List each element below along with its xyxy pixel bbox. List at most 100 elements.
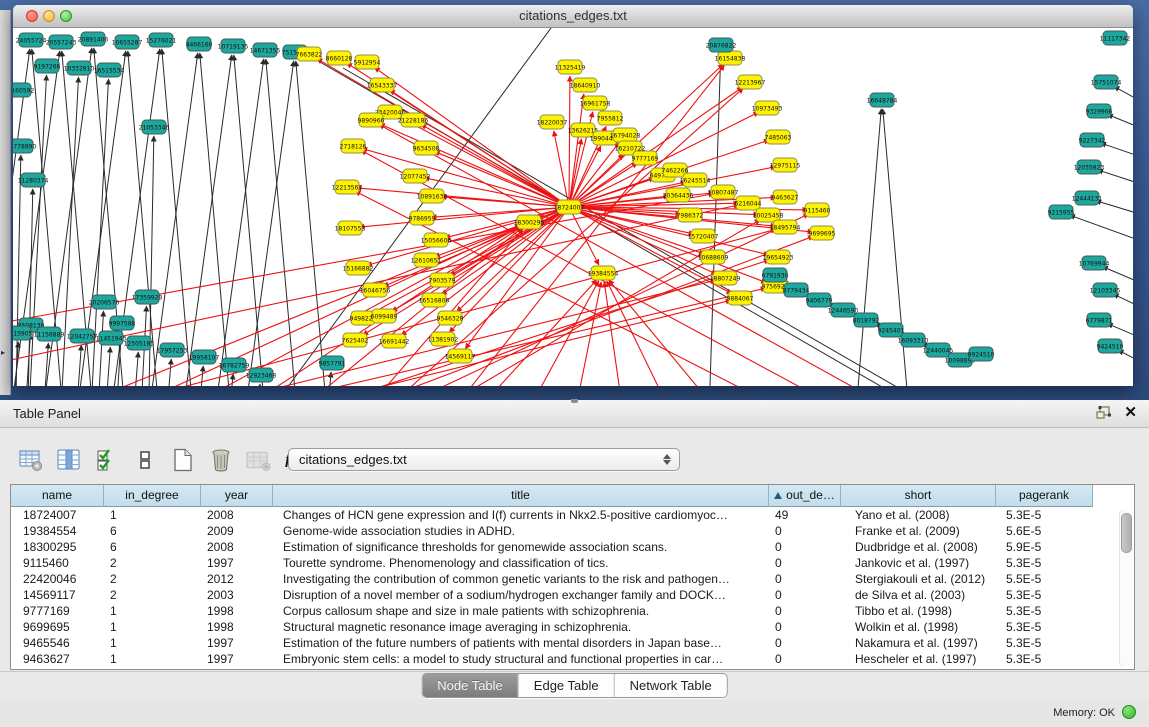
- cell-title[interactable]: Structural magnetic resonance image aver…: [273, 619, 769, 635]
- graph-node[interactable]: 20160592: [13, 83, 34, 97]
- cell-year[interactable]: 2008: [201, 507, 273, 523]
- cell-out_de[interactable]: 0: [769, 651, 841, 667]
- graph-node[interactable]: 16648784: [867, 93, 898, 107]
- graph-node[interactable]: 2718126: [340, 139, 367, 153]
- graph-node[interactable]: 10719135: [218, 39, 249, 53]
- float-panel-icon[interactable]: [1096, 406, 1112, 420]
- table-row[interactable]: 1830029562008Estimation of significance …: [11, 539, 1093, 555]
- close-panel-icon[interactable]: ✕: [1124, 404, 1137, 422]
- graph-node[interactable]: 16516806: [419, 293, 450, 307]
- graph-node[interactable]: 19958107: [189, 350, 220, 364]
- cell-title[interactable]: Tourette syndrome. Phenomenology and cla…: [273, 555, 769, 571]
- cell-title[interactable]: Corpus callosum shape and size in male p…: [273, 603, 769, 619]
- cell-out_de[interactable]: 0: [769, 587, 841, 603]
- graph-node[interactable]: 18807249: [710, 271, 741, 285]
- graph-node[interactable]: 15751074: [1091, 75, 1122, 89]
- cell-name[interactable]: 9463627: [11, 651, 104, 667]
- cell-short[interactable]: Franke et al. (2009): [841, 523, 996, 539]
- cell-title[interactable]: Investigating the contribution of common…: [273, 571, 769, 587]
- cell-title[interactable]: Embryonic stem cells: a model to study s…: [273, 651, 769, 667]
- graph-node[interactable]: 9890966: [358, 113, 385, 127]
- graph-node[interactable]: 9463627: [772, 190, 799, 204]
- cell-pagerank[interactable]: 5.3E-5: [996, 619, 1093, 635]
- cell-year[interactable]: 1998: [201, 619, 273, 635]
- cell-short[interactable]: Stergiakouli et al. (2012): [841, 571, 996, 587]
- cell-year[interactable]: 1998: [201, 603, 273, 619]
- cell-out_de[interactable]: 0: [769, 619, 841, 635]
- column-header-in_degree[interactable]: in_degree: [104, 485, 201, 507]
- cell-name[interactable]: 14569117: [11, 587, 104, 603]
- graph-node[interactable]: 16794028: [610, 128, 641, 142]
- graph-node[interactable]: 18640910: [570, 78, 601, 92]
- cell-year[interactable]: 2012: [201, 571, 273, 587]
- cell-pagerank[interactable]: 5.6E-5: [996, 523, 1093, 539]
- graph-node[interactable]: 16245514: [680, 173, 711, 187]
- graph-node[interactable]: 9924510: [968, 347, 995, 361]
- graph-node[interactable]: 12610651: [411, 253, 442, 267]
- cell-title[interactable]: Changes of HCN gene expression and I(f) …: [273, 507, 769, 523]
- cell-out_de[interactable]: 0: [769, 603, 841, 619]
- column-header-name[interactable]: name: [11, 485, 104, 507]
- row-height-icon[interactable]: [132, 448, 157, 473]
- graph-node[interactable]: 8466160: [186, 37, 213, 51]
- graph-node[interactable]: 12923468: [246, 368, 277, 382]
- cell-name[interactable]: 9465546: [11, 635, 104, 651]
- cell-title[interactable]: Estimation of the future numbers of pati…: [273, 635, 769, 651]
- graph-node[interactable]: 6791930: [762, 268, 789, 282]
- graph-node[interactable]: 15276021: [146, 33, 177, 47]
- graph-node[interactable]: 9329966: [1086, 104, 1113, 118]
- graph-node[interactable]: 12975115: [770, 158, 801, 172]
- graph-node[interactable]: 10891636: [417, 189, 448, 203]
- scrollbar-thumb[interactable]: [1121, 513, 1132, 553]
- graph-node[interactable]: 9115460: [804, 203, 831, 217]
- graph-node[interactable]: 6216044: [735, 196, 762, 210]
- cell-title[interactable]: Estimation of significance thresholds fo…: [273, 539, 769, 555]
- column-header-out_de[interactable]: out_de…: [769, 485, 841, 507]
- cell-year[interactable]: 2008: [201, 539, 273, 555]
- cell-out_de[interactable]: 0: [769, 635, 841, 651]
- graph-node[interactable]: 16093310: [898, 333, 929, 347]
- graph-node[interactable]: 11451943: [96, 331, 127, 345]
- cell-year[interactable]: 1997: [201, 635, 273, 651]
- cell-short[interactable]: Hescheler et al. (1997): [841, 651, 996, 667]
- graph-node[interactable]: 16543337: [367, 78, 398, 92]
- cell-short[interactable]: Dudbridge et al. (2008): [841, 539, 996, 555]
- cell-in_degree[interactable]: 2: [104, 587, 201, 603]
- graph-node[interactable]: 20876822: [706, 38, 737, 52]
- cell-in_degree[interactable]: 1: [104, 651, 201, 667]
- cell-in_degree[interactable]: 1: [104, 635, 201, 651]
- graph-node[interactable]: 9777169: [632, 151, 659, 165]
- graph-node[interactable]: 9227342: [1079, 133, 1106, 147]
- graph-node[interactable]: 20364436: [663, 188, 694, 202]
- graph-node[interactable]: 16782759: [219, 358, 250, 372]
- graph-node[interactable]: 3915905: [13, 326, 33, 340]
- graph-node[interactable]: 20778890: [13, 139, 36, 153]
- graph-node[interactable]: 12446590: [828, 303, 859, 317]
- table-row[interactable]: 969969511998Structural magnetic resonanc…: [11, 619, 1093, 635]
- table-row[interactable]: 911546021997Tourette syndrome. Phenomeno…: [11, 555, 1093, 571]
- cell-in_degree[interactable]: 2: [104, 571, 201, 587]
- cell-name[interactable]: 9777169: [11, 603, 104, 619]
- cell-pagerank[interactable]: 5.5E-5: [996, 571, 1093, 587]
- graph-node[interactable]: 15166882: [343, 261, 374, 275]
- graph-node[interactable]: 17359928: [132, 290, 163, 304]
- cell-short[interactable]: Nakamura et al. (1997): [841, 635, 996, 651]
- graph-node[interactable]: 10769944: [1079, 256, 1110, 270]
- cell-out_de[interactable]: 0: [769, 539, 841, 555]
- cell-pagerank[interactable]: 5.3E-5: [996, 635, 1093, 651]
- graph-node[interactable]: 9215955: [1048, 205, 1075, 219]
- graph-node[interactable]: 7625402: [342, 333, 369, 347]
- cell-out_de[interactable]: 0: [769, 555, 841, 571]
- graph-node[interactable]: 11280374: [18, 173, 49, 187]
- graph-node[interactable]: 7986372: [677, 208, 704, 222]
- graph-node[interactable]: 20557243: [46, 35, 77, 49]
- graph-node[interactable]: 11381902: [428, 332, 459, 346]
- cell-title[interactable]: Disruption of a novel member of a sodium…: [273, 587, 769, 603]
- tab-edge-table[interactable]: Edge Table: [518, 674, 614, 697]
- cell-short[interactable]: Yano et al. (2008): [841, 507, 996, 523]
- graph-node[interactable]: 16691442: [379, 334, 410, 348]
- column-header-pagerank[interactable]: pagerank: [996, 485, 1093, 507]
- select-all-icon[interactable]: [94, 448, 119, 473]
- graph-node[interactable]: 9245401: [878, 323, 905, 337]
- graph-node[interactable]: 11325419: [555, 60, 586, 74]
